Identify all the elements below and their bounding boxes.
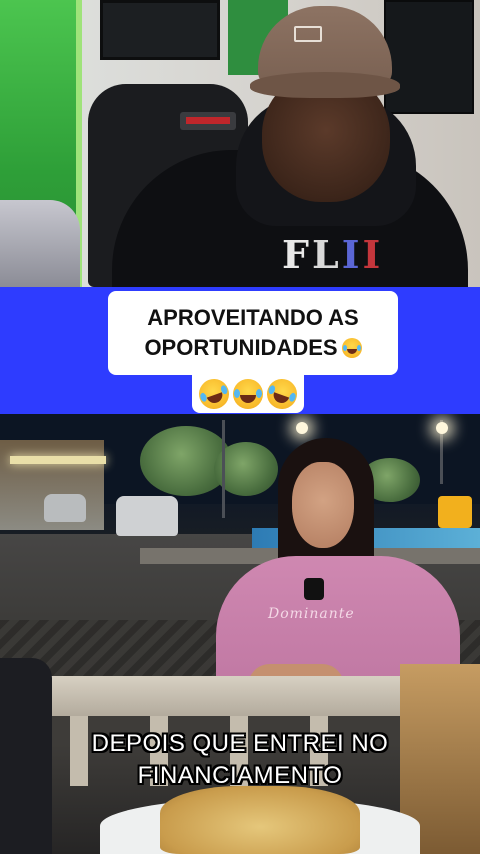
caption-line: APROVEITANDO AS: [147, 305, 359, 330]
caption-banner: APROVEITANDO AS OPORTUNIDADES: [0, 287, 480, 414]
interview-video: Dominante DEPOIS QUE ENTREI NO FINANCIAM…: [0, 414, 480, 854]
street-light: [436, 422, 448, 434]
woman-face: [292, 462, 354, 548]
laughing-emoji-icon: [341, 338, 362, 358]
subtitle-line: FINANCIAMENTO: [137, 762, 343, 789]
parked-car: [116, 496, 178, 536]
building-lights: [10, 456, 106, 464]
rolling-laughing-emoji-icon: [194, 374, 234, 414]
laughing-emoji-icon: [233, 379, 263, 409]
street-lamp-pole: [222, 420, 225, 518]
chair-logo: [180, 112, 236, 130]
counter-railing: [30, 676, 410, 716]
cap-brim: [250, 72, 400, 98]
parked-car: [44, 494, 86, 522]
wall-picture-frame: [100, 0, 220, 60]
emoji-row: [192, 374, 304, 414]
hoodie-letter: I: [362, 232, 384, 277]
monitor: [384, 0, 474, 114]
playground-slide: [438, 496, 472, 528]
hoodie-letter: I: [341, 232, 363, 277]
sweater-print: Dominante: [268, 606, 355, 622]
hoodie-print: FLII: [282, 232, 383, 277]
caption-box: APROVEITANDO AS OPORTUNIDADES: [108, 291, 398, 375]
caption-line-with-emoji: OPORTUNIDADES: [144, 333, 362, 363]
person-arm: [0, 200, 80, 287]
hoodie-letter: F: [282, 232, 312, 277]
reactor-video: FLII: [0, 0, 480, 287]
caption-line-text: OPORTUNIDADES: [144, 335, 338, 360]
cap-logo: [294, 26, 322, 42]
lapel-mic-icon: [304, 578, 324, 600]
rolling-laughing-emoji-icon: [262, 374, 302, 414]
hoodie-letter: L: [311, 232, 342, 277]
subtitle-line: DEPOIS QUE ENTREI NO: [91, 730, 389, 757]
street-light: [296, 422, 308, 434]
pastry-food: [160, 786, 360, 854]
